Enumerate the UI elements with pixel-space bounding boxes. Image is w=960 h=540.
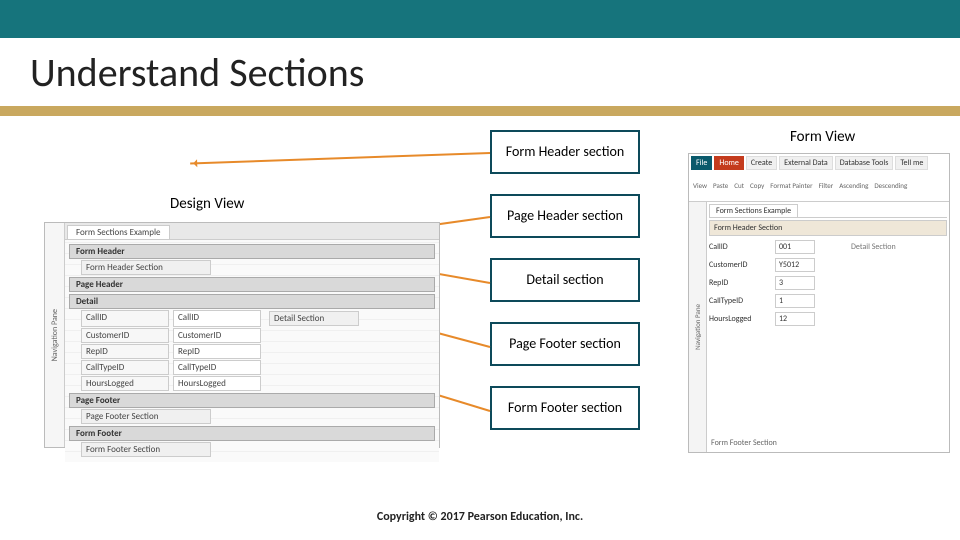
dv-body: Form Header Form Header Section Page Hea… (65, 240, 439, 462)
callout-form-header: Form Header section (490, 130, 640, 174)
fv-row-repid: RepID 3 (709, 276, 947, 290)
fv-form-header-section: Form Header Section (709, 220, 947, 236)
title-underline (0, 106, 960, 116)
callout-page-header: Page Header section (490, 194, 640, 238)
dv-control-callid: CallID (173, 310, 261, 327)
fv-ribbon-tools: View Paste Cut Copy Format Painter Filte… (689, 170, 949, 201)
dv-label-repid: RepID (81, 344, 169, 359)
dv-nav-label: Navigation Pane (50, 309, 60, 361)
dv-detail-bar: Detail (69, 294, 435, 309)
dv-row-customerid: CustomerID CustomerID (81, 328, 435, 343)
fv-v-repid: 3 (775, 276, 815, 290)
fv-tool-cut: Cut (734, 181, 744, 190)
fv-tab-dbtools: Database Tools (835, 156, 894, 170)
slide-title: Understand Sections (30, 48, 364, 97)
callout-page-footer: Page Footer section (490, 322, 640, 366)
dv-row-callid: CallID CallID Detail Section (81, 310, 435, 327)
fv-ribbon: File Home Create External Data Database … (689, 154, 949, 202)
callout-form-footer: Form Footer section (490, 386, 640, 430)
dv-control-customerid: CustomerID (173, 328, 261, 343)
copyright: Copyright © 2017 Pearson Education, Inc. (0, 510, 960, 524)
form-view-screenshot: File Home Create External Data Database … (688, 153, 950, 453)
fv-tab-home: Home (714, 156, 744, 170)
dv-control-hourslogged: HoursLogged (173, 376, 261, 391)
fv-tool-filter: Filter (819, 181, 834, 190)
dv-row-repid: RepID RepID (81, 344, 435, 359)
arrow-form-header (190, 152, 490, 164)
fv-row-hourslogged: HoursLogged 12 (709, 312, 947, 326)
dv-form-tab: Form Sections Example (67, 225, 170, 239)
fv-ribbon-tabs: File Home Create External Data Database … (689, 154, 949, 170)
dv-form-header-bar: Form Header (69, 244, 435, 259)
fv-k-hourslogged: HoursLogged (709, 314, 769, 324)
dv-tab-bar: Form Sections Example (65, 223, 439, 240)
dv-form-header-text: Form Header Section (81, 260, 211, 275)
fv-row-callid: CallID 001 Detail Section (709, 240, 947, 254)
fv-tool-view: View (693, 181, 707, 190)
fv-tab-tellme: Tell me (895, 156, 928, 170)
fv-tab-external: External Data (779, 156, 833, 170)
fv-form-tab: Form Sections Example (709, 204, 798, 217)
dv-control-calltypeid: CallTypeID (173, 360, 261, 375)
dv-form-footer-text: Form Footer Section (81, 442, 211, 457)
fv-k-customerid: CustomerID (709, 260, 769, 270)
dv-detail-text: Detail Section (269, 311, 359, 326)
fv-k-repid: RepID (709, 278, 769, 288)
fv-tool-fmt: Format Painter (770, 181, 812, 190)
dv-control-repid: RepID (173, 344, 261, 359)
fv-tab-file: File (691, 156, 712, 170)
fv-detail-label: Detail Section (851, 242, 896, 252)
fv-main: Form Sections Example Form Header Sectio… (707, 202, 949, 332)
fv-tab-create: Create (746, 156, 777, 170)
design-view-screenshot: Navigation Pane Form Sections Example Fo… (44, 222, 440, 448)
dv-page-footer-text: Page Footer Section (81, 409, 211, 424)
fv-form-footer-section: Form Footer Section (711, 438, 777, 448)
dv-form-footer-bar: Form Footer (69, 426, 435, 441)
fv-k-callid: CallID (709, 242, 769, 252)
dv-label-callid: CallID (81, 310, 169, 327)
title-band (0, 0, 960, 38)
fv-v-customerid: Y5012 (775, 258, 815, 272)
dv-label-customerid: CustomerID (81, 328, 169, 343)
dv-label-calltypeid: CallTypeID (81, 360, 169, 375)
fv-k-calltypeid: CallTypeID (709, 296, 769, 306)
callout-stack: Form Header section Page Header section … (490, 130, 640, 430)
fv-navigation-pane: Navigation Pane (689, 202, 707, 452)
fv-tool-paste: Paste (713, 181, 728, 190)
dv-row-calltypeid: CallTypeID CallTypeID (81, 360, 435, 375)
design-view-label: Design View (170, 195, 244, 213)
dv-row-hourslogged: HoursLogged HoursLogged (81, 376, 435, 391)
fv-v-hourslogged: 12 (775, 312, 815, 326)
fv-row-customerid: CustomerID Y5012 (709, 258, 947, 272)
fv-row-calltypeid: CallTypeID 1 (709, 294, 947, 308)
dv-page-header-bar: Page Header (69, 277, 435, 292)
dv-label-hourslogged: HoursLogged (81, 376, 169, 391)
dv-navigation-pane: Navigation Pane (45, 223, 65, 447)
fv-tool-copy: Copy (750, 181, 764, 190)
fv-tool-asc: Ascending (839, 181, 868, 190)
form-view-label: Form View (790, 128, 855, 146)
fv-nav-label: Navigation Pane (693, 304, 702, 350)
fv-tabbar: Form Sections Example (709, 204, 947, 218)
fv-v-callid: 001 (775, 240, 815, 254)
dv-page-footer-bar: Page Footer (69, 393, 435, 408)
fv-v-calltypeid: 1 (775, 294, 815, 308)
callout-detail: Detail section (490, 258, 640, 302)
fv-tool-desc: Descending (874, 181, 907, 190)
